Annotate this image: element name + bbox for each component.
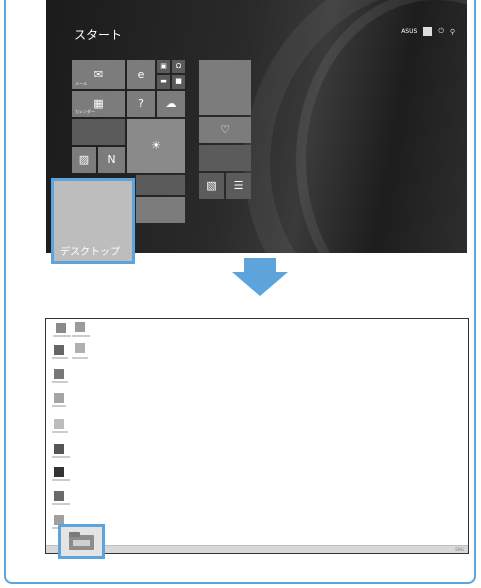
desktop-icon-label (53, 335, 71, 337)
system-tray[interactable]: ENG (455, 547, 464, 552)
desktop-icon-label (52, 503, 70, 505)
desktop-icon-label (52, 405, 66, 407)
tile-clock[interactable] (72, 119, 125, 145)
desktop-icon[interactable] (75, 343, 85, 353)
desktop-icon[interactable] (75, 322, 85, 332)
desktop-icon[interactable] (56, 323, 66, 333)
file-explorer-button[interactable] (58, 524, 105, 559)
desktop-icon-label (72, 357, 88, 359)
desktop-screen: ENG (45, 318, 469, 554)
taskbar: ENG (46, 545, 468, 553)
user-account[interactable]: ASUS ⏻ ⚲ (401, 27, 455, 36)
search-icon[interactable]: ⚲ (450, 28, 455, 36)
tile-internet-explorer[interactable]: e (127, 60, 155, 89)
mail-icon: ✉ (93, 67, 104, 81)
desktop-icon-label (52, 381, 68, 383)
tile-health[interactable]: ♡ (199, 117, 251, 143)
tile-onenote[interactable]: N (98, 147, 125, 173)
tile-onedrive[interactable]: ☁ (157, 91, 185, 117)
sun-icon: ☀ (151, 139, 161, 152)
user-name: ASUS (401, 28, 418, 35)
tile-photos[interactable]: ▨ (72, 147, 96, 173)
desktop-icon-label (52, 431, 68, 433)
desktop-icon[interactable] (54, 345, 64, 355)
video-icon: ▣ (160, 62, 167, 70)
help-icon: ? (138, 97, 144, 110)
desktop-icon-label (52, 456, 70, 458)
tile-weather[interactable]: ☀ (127, 119, 185, 173)
tile-finance[interactable] (199, 60, 251, 115)
music-icon: Ω (175, 62, 182, 70)
map-icon: ▧ (206, 179, 217, 192)
tile-desktop[interactable]: デスクトップ (51, 178, 135, 264)
tile-music[interactable]: Ω (172, 60, 185, 73)
down-arrow-icon (232, 258, 288, 296)
desktop-icon[interactable] (54, 491, 64, 501)
desktop-tile-label: デスクトップ (60, 247, 120, 258)
tile-store[interactable] (136, 197, 185, 223)
file-explorer-icon (69, 532, 94, 550)
tile-travel[interactable] (199, 145, 251, 171)
ie-icon: e (137, 67, 145, 81)
desktop-icon[interactable] (54, 369, 64, 379)
tile-help[interactable]: ? (127, 91, 155, 117)
onenote-icon: N (107, 153, 116, 166)
cloud-icon: ☁ (165, 97, 177, 110)
desktop-icon-label (52, 357, 68, 359)
user-avatar (423, 27, 433, 36)
reading-icon: ☰ (233, 179, 244, 192)
desktop-icon-label (72, 335, 90, 337)
tile-reading[interactable]: ☰ (226, 173, 251, 199)
tile-news[interactable] (136, 175, 185, 195)
tile-calendar[interactable]: ▦ カレンダー (72, 91, 125, 117)
desktop-icon[interactable] (54, 393, 64, 403)
tile-mail[interactable]: ✉ メール (72, 60, 125, 89)
desktop-icon-label (52, 479, 70, 481)
heart-icon: ♡ (220, 123, 230, 136)
power-icon[interactable]: ⏻ (438, 27, 444, 36)
game-icon: ▬ (160, 77, 167, 85)
tile-video[interactable]: ▣ (157, 60, 170, 73)
desktop-icon[interactable] (54, 467, 64, 477)
desktop-icon[interactable] (54, 419, 64, 429)
desktop-icon[interactable] (54, 444, 64, 454)
start-title: スタート (74, 28, 123, 42)
tile-games[interactable]: ▬ (157, 75, 170, 89)
tile-camera[interactable]: ■ (172, 75, 185, 89)
camera-icon: ■ (175, 77, 182, 85)
photo-icon: ▨ (78, 153, 90, 166)
tile-maps[interactable]: ▧ (199, 173, 224, 199)
